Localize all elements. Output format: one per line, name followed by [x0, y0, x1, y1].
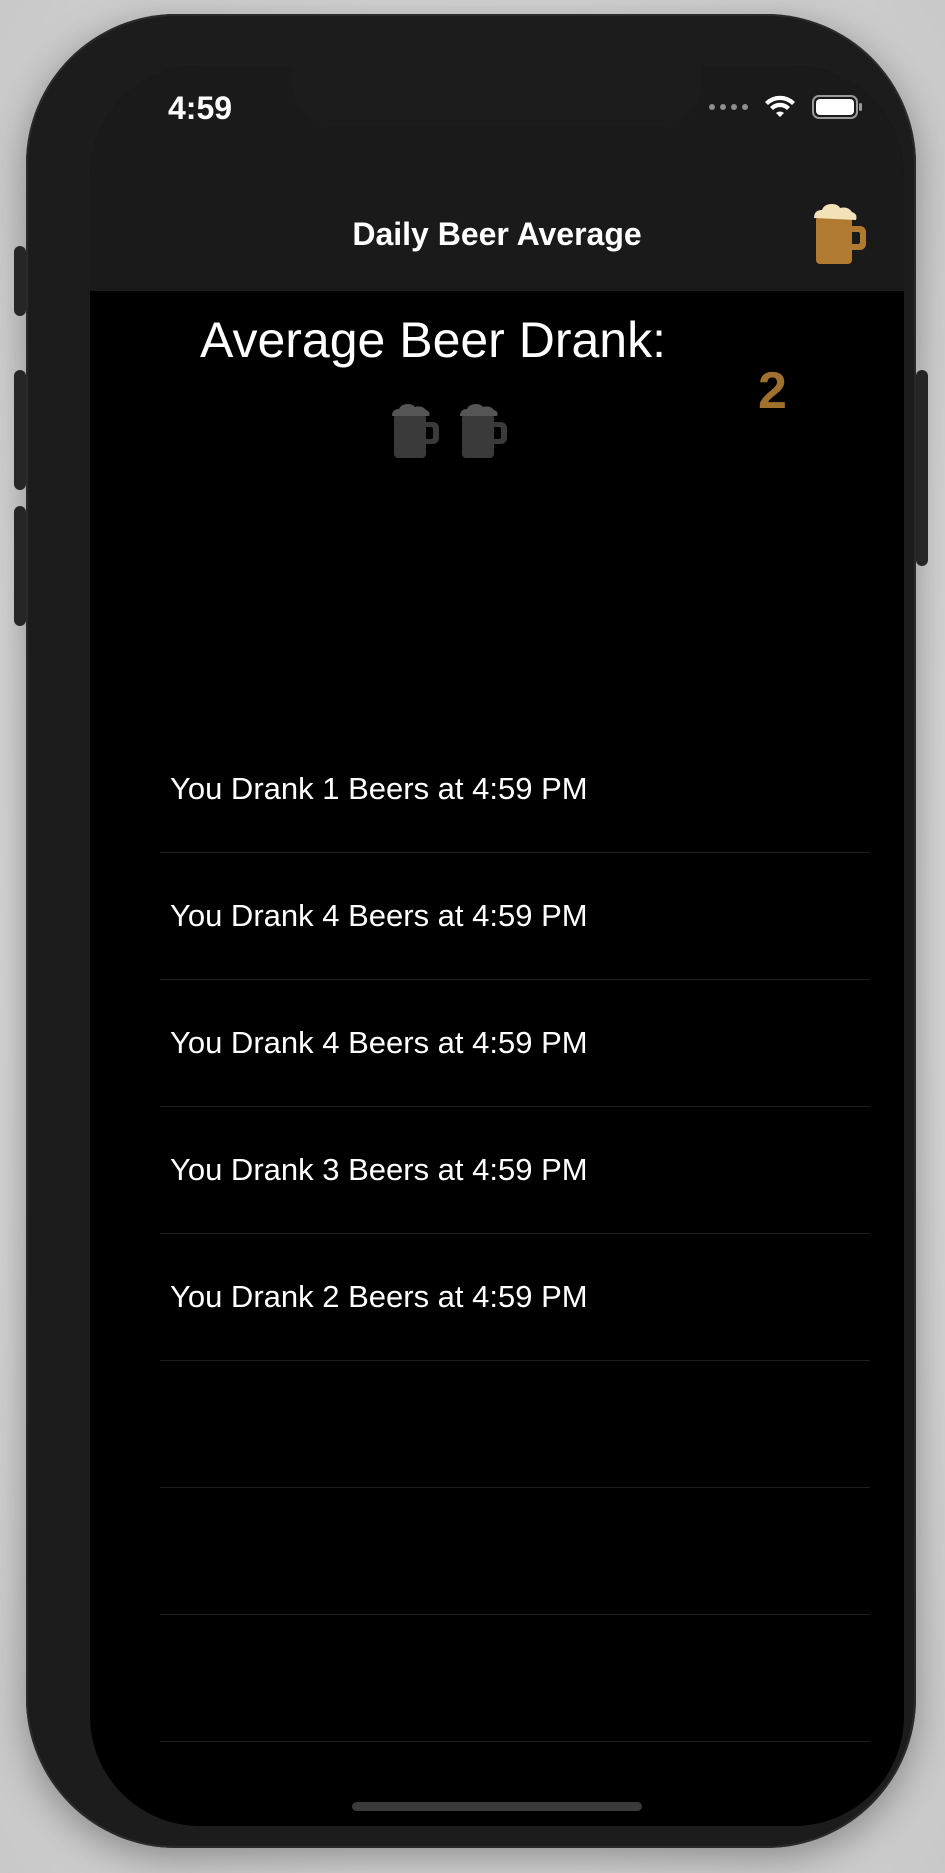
- status-icons: [709, 94, 864, 120]
- notch: [292, 66, 702, 126]
- entry-label: You Drank 4 Beers at 4:59 PM: [170, 898, 588, 933]
- list-item[interactable]: [160, 1615, 870, 1742]
- entry-label: You Drank 2 Beers at 4:59 PM: [170, 1279, 588, 1314]
- screen: 4:59 Daily Beer Average Average Beer Dra…: [90, 66, 904, 1826]
- average-title: Average Beer Drank:: [200, 312, 666, 368]
- beer-mug-icon[interactable]: [812, 202, 868, 268]
- average-value: 2: [758, 362, 787, 420]
- beer-mug-icon: [460, 404, 507, 458]
- list-item[interactable]: [160, 1361, 870, 1488]
- list-item[interactable]: [160, 1488, 870, 1615]
- entries-list: You Drank 1 Beers at 4:59 PM You Drank 4…: [160, 726, 870, 1742]
- silent-switch: [14, 246, 26, 316]
- battery-icon: [812, 95, 862, 119]
- average-mug-row: [390, 400, 510, 462]
- list-item[interactable]: You Drank 4 Beers at 4:59 PM: [160, 853, 870, 980]
- navigation-bar: Daily Beer Average: [90, 186, 904, 291]
- volume-up-button: [14, 370, 26, 490]
- nav-title: Daily Beer Average: [352, 216, 642, 252]
- home-indicator[interactable]: [352, 1802, 642, 1811]
- volume-down-button: [14, 506, 26, 626]
- wifi-icon: [765, 95, 795, 117]
- device-frame: 4:59 Daily Beer Average Average Beer Dra…: [14, 14, 928, 1848]
- list-item[interactable]: You Drank 1 Beers at 4:59 PM: [160, 726, 870, 853]
- signal-icon: [709, 104, 748, 110]
- beer-mug-icon: [392, 404, 439, 458]
- entry-label: You Drank 1 Beers at 4:59 PM: [170, 771, 588, 806]
- entry-label: You Drank 3 Beers at 4:59 PM: [170, 1152, 588, 1187]
- list-item[interactable]: You Drank 2 Beers at 4:59 PM: [160, 1234, 870, 1361]
- status-time: 4:59: [168, 90, 233, 126]
- entry-label: You Drank 4 Beers at 4:59 PM: [170, 1025, 588, 1060]
- status-bar: 4:59: [90, 66, 904, 186]
- power-button: [916, 370, 928, 566]
- list-item[interactable]: You Drank 3 Beers at 4:59 PM: [160, 1107, 870, 1234]
- list-item[interactable]: You Drank 4 Beers at 4:59 PM: [160, 980, 870, 1107]
